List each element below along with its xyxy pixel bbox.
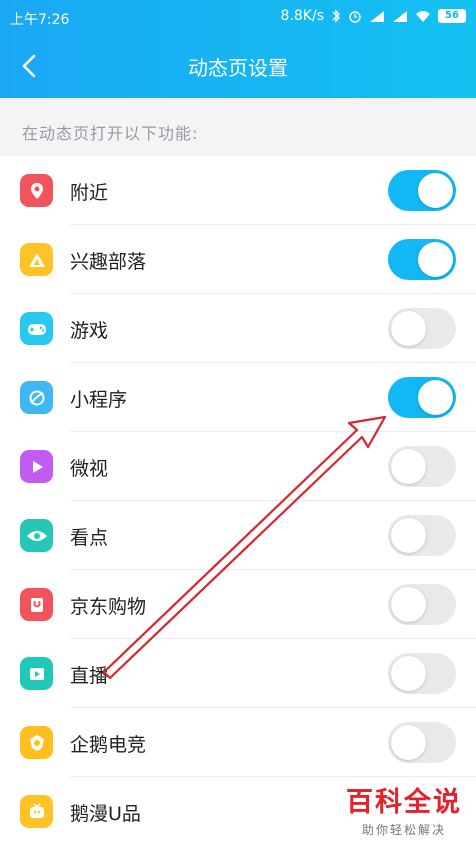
toggle-live[interactable] [388,653,456,694]
section-hint: 在动态页打开以下功能: [22,124,199,143]
setting-row-nearby: 附近 [0,156,476,225]
alarm-icon [349,11,361,23]
toggle-knob [391,518,426,553]
setting-row-kandian: 看点 [0,501,476,570]
toggle-games[interactable] [388,308,456,349]
setting-row-interest-tribe: 兴趣部落 [0,225,476,294]
comic-tv-icon [20,795,53,828]
setting-label: 直播 [70,665,109,687]
setting-label: 小程序 [70,389,128,411]
toggle-knob [391,725,426,760]
toggle-knob [391,587,426,622]
app-header: 上午7:26 8.8K/s 56 动态页设置 [0,0,476,98]
watermark-subtitle: 助你轻松解决 [361,823,446,837]
esports-badge-icon [20,726,53,759]
page-title: 动态页设置 [188,56,288,80]
toggle-knob [391,311,426,346]
location-pin-icon [20,174,53,207]
toggle-knob [391,656,426,691]
setting-label: 京东购物 [70,596,147,618]
setting-label: 兴趣部落 [70,251,147,273]
battery-icon: 56 [438,9,466,23]
setting-row-weishi: 微视 [0,432,476,501]
setting-label: 微视 [70,458,109,480]
eye-icon [20,519,53,552]
toggle-penguin-esports[interactable] [388,722,456,763]
status-bar: 上午7:26 8.8K/s 56 [0,0,476,34]
toggle-knob [418,242,453,277]
setting-row-mini-program: 小程序 [0,363,476,432]
setting-row-penguin-esports: 企鹅电竞 [0,708,476,777]
status-time: 上午7:26 [10,12,70,28]
bluetooth-icon [332,9,340,23]
toggle-weishi[interactable] [388,446,456,487]
toggle-knob [418,380,453,415]
live-broadcast-icon [20,657,53,690]
network-speed: 8.8K/s [280,8,324,24]
mini-program-icon [20,381,53,414]
wifi-icon [416,10,430,22]
shopping-bag-icon [20,588,53,621]
toggle-jd-shopping[interactable] [388,584,456,625]
setting-label: 鹅漫U品 [70,803,141,825]
gamepad-icon [20,312,53,345]
toggle-mini-program[interactable] [388,377,456,418]
toggle-interest-tribe[interactable] [388,239,456,280]
setting-label: 企鹅电竞 [70,734,147,756]
watermark-title: 百科全说 [346,787,462,818]
settings-list: 附近 兴趣部落 游戏 小程序 微视 看点 京东购物 直播 企鹅电竞 鹅漫U品 百… [0,156,476,850]
signal-icon [370,10,384,22]
setting-row-games: 游戏 [0,294,476,363]
toggle-knob [391,449,426,484]
tribe-triangle-icon [20,243,53,276]
toggle-knob [418,173,453,208]
status-indicators: 8.8K/s 56 [281,8,466,24]
setting-label: 看点 [70,527,109,549]
setting-row-jd-shopping: 京东购物 [0,570,476,639]
signal-icon-2 [393,10,407,22]
setting-row-live: 直播 [0,639,476,708]
toggle-kandian[interactable] [388,515,456,556]
setting-label: 附近 [70,182,109,204]
play-video-icon [20,450,53,483]
toggle-nearby[interactable] [388,170,456,211]
watermark: 百科全说 助你轻松解决 [346,780,462,838]
setting-label: 游戏 [70,320,109,342]
